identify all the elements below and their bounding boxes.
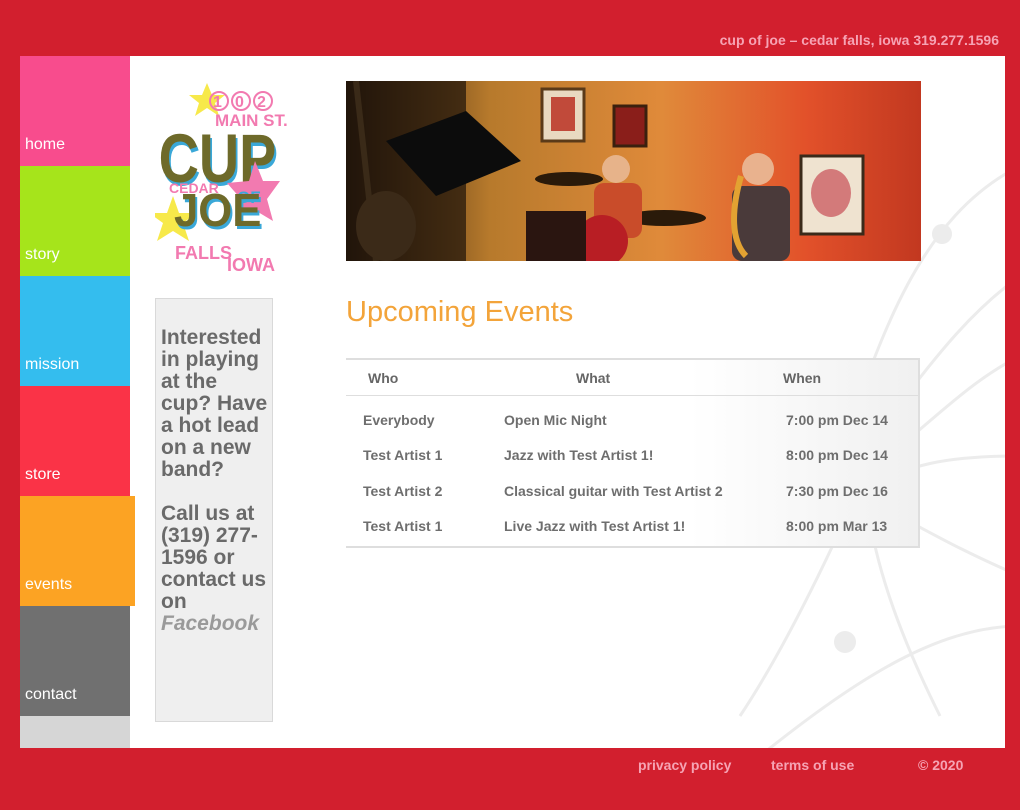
nav-item-story[interactable]: story bbox=[20, 166, 130, 276]
hero-band-photo bbox=[346, 81, 921, 261]
event-what: Jazz with Test Artist 1! bbox=[504, 447, 654, 464]
event-when: 8:00 pm Dec 14 bbox=[786, 447, 888, 464]
svg-text:2: 2 bbox=[257, 94, 266, 111]
svg-text:0: 0 bbox=[235, 94, 244, 111]
nav-filler bbox=[20, 716, 130, 748]
svg-text:JOE: JOE bbox=[174, 184, 261, 236]
main-nav: home story mission store events contact bbox=[20, 56, 135, 748]
nav-label: events bbox=[25, 576, 73, 593]
booking-callout: Interested in playing at the cup? Have a… bbox=[155, 298, 273, 722]
copyright-text: © 2020 bbox=[918, 757, 964, 773]
svg-text:1: 1 bbox=[213, 94, 222, 111]
booking-callout-contact: Call us at (319) 277-1596 or contact us … bbox=[161, 503, 272, 635]
event-who: Test Artist 1 bbox=[363, 447, 443, 464]
facebook-link[interactable]: Facebook bbox=[161, 612, 259, 635]
event-who: Test Artist 1 bbox=[363, 518, 443, 535]
terms-of-use-link[interactable]: terms of use bbox=[771, 757, 854, 773]
nav-item-store[interactable]: store bbox=[20, 386, 130, 496]
cup-of-joe-logo[interactable]: 1 0 2 MAIN ST. CUP CUP CEDAR OF JOE JOE … bbox=[155, 81, 295, 276]
table-row: Everybody Open Mic Night 7:00 pm Dec 14 bbox=[346, 396, 919, 438]
header-contact-line: cup of joe – cedar falls, iowa 319.277.1… bbox=[719, 32, 999, 48]
event-when: 7:00 pm Dec 14 bbox=[786, 411, 888, 428]
event-who: Everybody bbox=[363, 411, 435, 428]
event-what: Open Mic Night bbox=[504, 411, 607, 428]
booking-callout-phone-text: Call us at (319) 277-1596 or contact us … bbox=[161, 502, 267, 613]
nav-label: home bbox=[25, 136, 66, 153]
nav-label: contact bbox=[25, 686, 77, 703]
column-header-what: What bbox=[576, 369, 611, 386]
table-row: Test Artist 2 Classical guitar with Test… bbox=[346, 473, 919, 509]
nav-label: store bbox=[25, 466, 61, 483]
event-when: 7:30 pm Dec 16 bbox=[786, 482, 888, 499]
column-header-when: When bbox=[783, 369, 822, 386]
table-row: Test Artist 1 Jazz with Test Artist 1! 8… bbox=[346, 438, 919, 474]
nav-label: mission bbox=[25, 356, 80, 373]
event-what: Live Jazz with Test Artist 1! bbox=[504, 518, 686, 535]
events-heading: Upcoming Events bbox=[346, 296, 574, 328]
table-header-row: Who What When bbox=[346, 359, 919, 396]
column-header-who: Who bbox=[368, 369, 399, 386]
event-what: Classical guitar with Test Artist 2 bbox=[504, 482, 723, 499]
nav-label: story bbox=[25, 246, 60, 263]
event-when: 8:00 pm Mar 13 bbox=[786, 518, 888, 535]
event-who: Test Artist 2 bbox=[363, 482, 443, 499]
nav-item-home[interactable]: home bbox=[20, 56, 130, 166]
booking-callout-question: Interested in playing at the cup? Have a… bbox=[161, 326, 268, 481]
svg-text:IOWA: IOWA bbox=[227, 255, 275, 275]
nav-item-contact[interactable]: contact bbox=[20, 606, 130, 716]
table-row: Test Artist 1 Live Jazz with Test Artist… bbox=[346, 509, 919, 548]
nav-item-mission[interactable]: mission bbox=[20, 276, 130, 386]
events-table: Who What When Everybody Open Mic Night 7… bbox=[346, 358, 920, 548]
privacy-policy-link[interactable]: privacy policy bbox=[638, 757, 731, 773]
svg-text:FALLS: FALLS bbox=[175, 243, 232, 263]
page-content: home story mission store events contact … bbox=[20, 56, 1005, 748]
nav-item-events[interactable]: events bbox=[20, 496, 135, 606]
